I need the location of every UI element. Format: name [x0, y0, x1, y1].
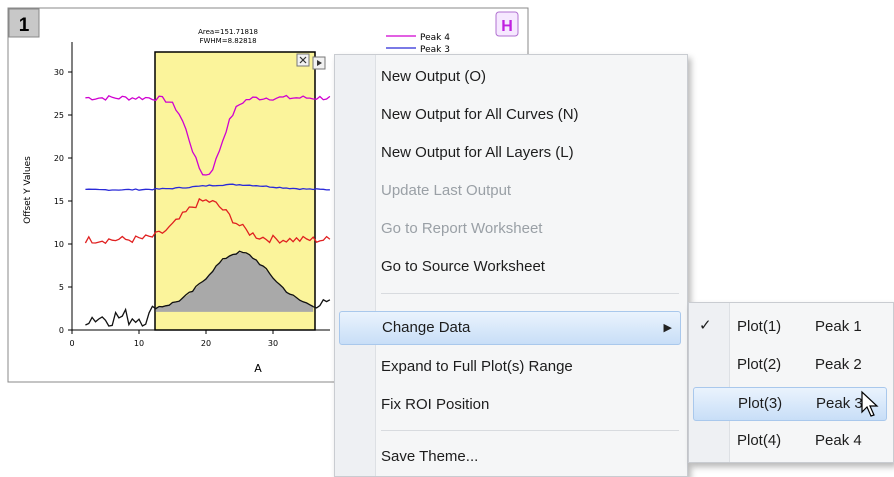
menu-item-expand-range[interactable]: Expand to Full Plot(s) Range [381, 351, 681, 383]
mouse-cursor-icon [861, 390, 879, 417]
legend-label-peak4: Peak 4 [420, 33, 450, 43]
menu-separator [381, 430, 679, 431]
y-tick-label: 10 [54, 240, 64, 249]
menu-item-new-output-all-curves[interactable]: New Output for All Curves (N) [381, 99, 681, 131]
menu-icon-gutter [335, 55, 376, 476]
submenu-item-plot1[interactable]: Plot(1) Peak 1 [737, 311, 887, 343]
legend[interactable]: Peak 4 Peak 3 [383, 30, 483, 55]
submenu-plot-label: Plot(4) [737, 432, 782, 449]
menu-item-go-to-report: Go to Report Worksheet [381, 220, 543, 237]
submenu-arrow-icon: ▶ [663, 322, 672, 334]
menu-item-update-last-output: Update Last Output [381, 182, 512, 199]
y-tick-label: 5 [59, 283, 64, 292]
change-data-submenu[interactable]: ✓ Plot(1) Peak 1 Plot(2) Peak 2 Plot(3) … [688, 302, 894, 463]
roi-fwhm-label: FWHM=8.82818 [199, 37, 256, 45]
x-tick-label: 10 [134, 339, 144, 348]
x-tick-label: 30 [268, 339, 278, 348]
y-tick-label: 20 [54, 154, 64, 163]
roi-area-label: Area=151.71818 [198, 28, 258, 36]
x-tick-label: 0 [69, 339, 74, 348]
submenu-item-plot3[interactable]: Plot(3) Peak 3 [693, 387, 887, 421]
submenu-peak-label: Peak 3 [816, 395, 863, 412]
menu-item-new-output[interactable]: New Output (O) [381, 61, 681, 93]
menu-item-go-to-source[interactable]: Go to Source Worksheet [381, 251, 681, 283]
x-tick-label: 20 [201, 339, 211, 348]
change-data-label: Change Data [382, 319, 471, 336]
menu-item-new-output-all-layers[interactable]: New Output for All Layers (L) [381, 137, 681, 169]
y-tick-label: 25 [54, 111, 64, 120]
submenu-peak-label: Peak 1 [815, 318, 862, 335]
menu-separator [381, 293, 679, 294]
y-tick-label: 30 [54, 68, 64, 77]
submenu-item-plot4[interactable]: Plot(4) Peak 4 [737, 425, 887, 457]
roi-close-icon[interactable] [296, 53, 310, 67]
menu-item-fix-roi[interactable]: Fix ROI Position [381, 389, 681, 421]
submenu-plot-label: Plot(2) [737, 356, 782, 373]
submenu-peak-label: Peak 2 [815, 356, 862, 373]
check-icon: ✓ [699, 317, 712, 334]
x-axis-title: A [254, 362, 262, 375]
h-button-label: H [501, 18, 513, 35]
y-tick-label: 0 [59, 326, 64, 335]
y-tick-label: 15 [54, 197, 64, 206]
roi-menu-arrow-icon[interactable] [312, 56, 326, 70]
submenu-plot-label: Plot(3) [738, 395, 783, 412]
submenu-plot-label: Plot(1) [737, 318, 782, 335]
layer-number: 1 [19, 15, 30, 36]
y-axis-title: Offset Y Values [23, 156, 33, 224]
submenu-peak-label: Peak 4 [815, 432, 862, 449]
submenu-item-plot2[interactable]: Plot(2) Peak 2 [737, 349, 887, 381]
context-menu[interactable]: New Output (O) New Output for All Curves… [334, 54, 688, 477]
menu-item-change-data[interactable]: Change Data ▶ [339, 311, 681, 345]
menu-item-save-theme[interactable]: Save Theme... [381, 441, 681, 473]
